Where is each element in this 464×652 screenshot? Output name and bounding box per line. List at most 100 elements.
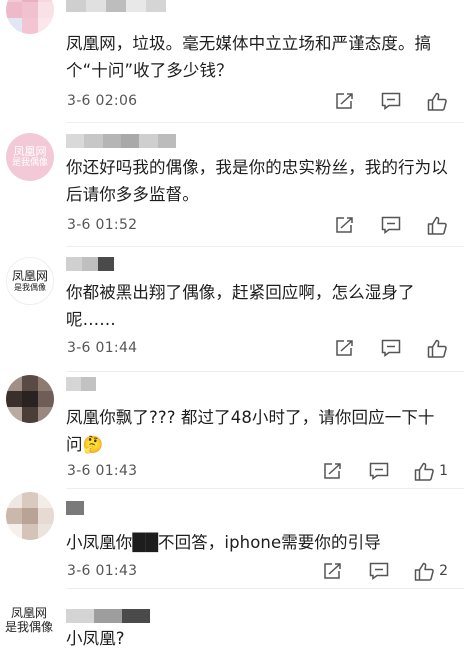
- avatar-pixel: [38, 18, 54, 34]
- username-blur-block: [66, 0, 86, 12]
- username-blur-block: [66, 134, 85, 148]
- username[interactable]: [66, 377, 96, 391]
- avatar-pixel: [22, 492, 38, 508]
- comment-actions: [310, 91, 448, 111]
- comment-time: 3-6 01:52: [67, 217, 138, 233]
- avatar-label: 凤凰网: [10, 606, 47, 621]
- reply-icon: [369, 562, 389, 580]
- avatar[interactable]: [6, 0, 54, 34]
- username-blur-block: [94, 609, 122, 623]
- share-button[interactable]: [334, 215, 356, 235]
- username-blur-block: [139, 134, 158, 148]
- comment-time: 3-6 01:43: [67, 563, 138, 579]
- avatar-image: [6, 375, 54, 423]
- like-button[interactable]: [426, 215, 448, 235]
- username[interactable]: [66, 134, 176, 148]
- username-blur-block: [157, 134, 176, 148]
- avatar-image: 凤凰网 是我偶像: [6, 133, 54, 181]
- username-blur-block: [66, 501, 84, 515]
- avatar-pixel: [22, 2, 38, 18]
- comment-text-content: 凤凰你飘了??? 都过了48小时了，请你回应一下十问🤔: [66, 408, 435, 454]
- avatar-label: 凤凰网: [13, 144, 47, 158]
- comment-time: 3-6 02:06: [67, 93, 138, 109]
- avatar[interactable]: 凤凰网 是我偶像: [2, 597, 56, 645]
- avatar-pixel: [6, 407, 22, 423]
- username-blur-block: [122, 609, 150, 623]
- avatar[interactable]: [6, 375, 54, 423]
- share-button[interactable]: [322, 561, 344, 581]
- username-blur-block: [146, 0, 166, 12]
- avatar-label: 是我偶像: [14, 283, 46, 293]
- share-button[interactable]: [322, 461, 344, 481]
- avatar-pixel: [38, 391, 54, 407]
- reply-icon: [369, 462, 389, 480]
- avatar-pixel: [6, 2, 22, 18]
- reply-button[interactable]: [380, 338, 402, 358]
- like-count: 2: [439, 563, 448, 579]
- username[interactable]: [66, 501, 84, 515]
- avatar-pixel: [22, 407, 38, 423]
- comment-actions: 2: [298, 561, 448, 581]
- like-button[interactable]: 2: [414, 561, 448, 581]
- comment-actions: [310, 338, 448, 358]
- thumbs-up-icon: [427, 339, 448, 358]
- comment-actions: 1: [298, 461, 448, 481]
- comment-text: 你都被黑出翔了偶像，赶紧回应啊，怎么湿身了呢……: [66, 283, 415, 329]
- avatar-pixel: [22, 18, 38, 34]
- username-blur-block: [81, 377, 96, 391]
- comment: 凤凰网 是我偶像 小凤凰?: [0, 589, 464, 648]
- avatar-pixel: [22, 391, 38, 407]
- comment-text: 凤凰网，垃圾。毫无媒体中立立场和严谨态度。搞个“十问”收了多少钱？: [66, 34, 432, 80]
- share-button[interactable]: [334, 338, 356, 358]
- avatar-image: [6, 0, 54, 34]
- thumbs-up-icon: [427, 92, 448, 111]
- username-blur-block: [66, 609, 94, 623]
- username-blur-block: [66, 377, 81, 391]
- share-button[interactable]: [334, 91, 356, 111]
- like-count: 1: [439, 463, 448, 479]
- avatar-pixel: [6, 492, 22, 508]
- username-blur-block: [102, 134, 121, 148]
- username[interactable]: [66, 609, 150, 623]
- reply-button[interactable]: [380, 215, 402, 235]
- comment-text: 凤凰你飘了??? 都过了48小时了，请你回应一下十问🤔: [66, 404, 451, 458]
- reply-icon: [381, 216, 401, 234]
- reply-icon: [381, 92, 401, 110]
- avatar-label: 是我偶像: [4, 620, 53, 634]
- avatar[interactable]: [6, 492, 54, 540]
- like-button[interactable]: 1: [414, 461, 448, 481]
- avatar-label: 凤凰网: [11, 268, 48, 283]
- avatar-pixel: [38, 524, 54, 540]
- like-button[interactable]: [426, 91, 448, 111]
- comment-text: 你还好吗我的偶像，我是你的忠实粉丝，我的行为以后请你多多监督。: [66, 158, 448, 204]
- comment-text: 小凤凰?: [66, 629, 125, 648]
- username-blur-block: [86, 0, 106, 12]
- avatar-label: 是我偶像: [11, 158, 48, 169]
- thumbs-up-icon: [414, 562, 435, 581]
- share-icon: [335, 339, 355, 357]
- avatar-image: 凤凰网 是我偶像: [2, 597, 56, 645]
- avatar-pixel: [6, 508, 22, 524]
- reply-button[interactable]: [380, 91, 402, 111]
- reply-button[interactable]: [368, 561, 390, 581]
- avatar[interactable]: 凤凰网 是我偶像: [6, 133, 54, 181]
- comment: 凤凰网 是我偶像 你都被黑出翔了偶像，赶紧回应啊，怎么湿身了呢…… 3-6 01…: [0, 247, 464, 372]
- username-blur-block: [82, 257, 98, 271]
- comment-time: 3-6 01:44: [67, 340, 138, 356]
- username[interactable]: [66, 0, 166, 12]
- share-icon: [335, 216, 355, 234]
- reply-button[interactable]: [368, 461, 390, 481]
- like-button[interactable]: [426, 338, 448, 358]
- username[interactable]: [66, 257, 114, 271]
- share-icon: [323, 462, 343, 480]
- avatar-pixel: [6, 18, 22, 34]
- avatar-pixel: [22, 375, 38, 391]
- avatar-pixel: [6, 391, 22, 407]
- comment-text: 小凤凰你██不回答，iphone需要你的引导: [66, 533, 381, 552]
- avatar[interactable]: 凤凰网 是我偶像: [6, 257, 54, 305]
- username-blur-block: [120, 134, 140, 148]
- avatar-pixel: [6, 375, 22, 391]
- comment: 凤凰你飘了??? 都过了48小时了，请你回应一下十问🤔 3-6 01:43 1: [0, 372, 464, 489]
- username-blur-block: [98, 257, 114, 271]
- avatar-pixel: [38, 508, 54, 524]
